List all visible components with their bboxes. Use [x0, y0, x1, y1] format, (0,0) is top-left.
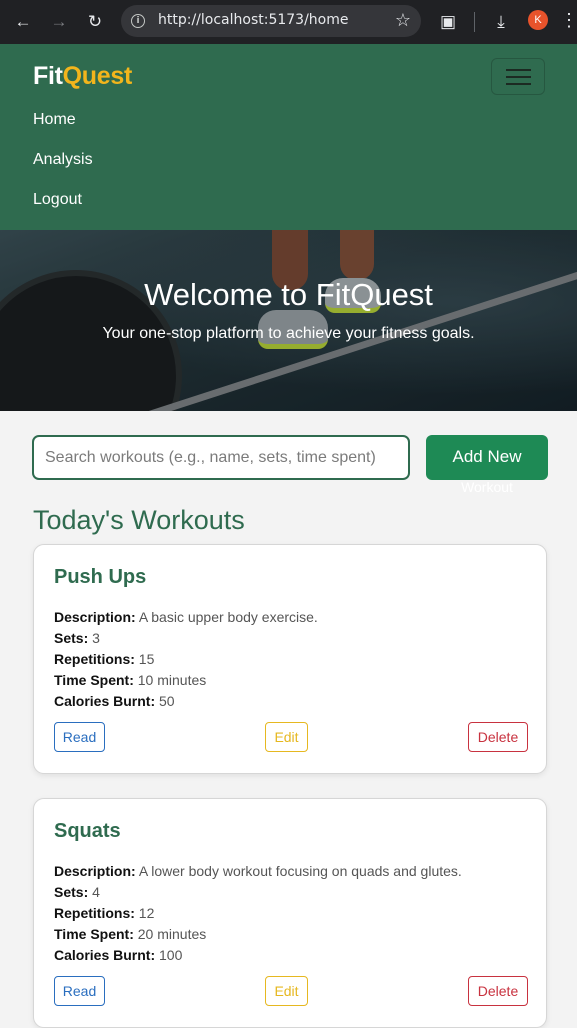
back-arrow-icon[interactable]: ← [12, 11, 34, 33]
forward-arrow-icon[interactable]: → [48, 11, 70, 33]
workout-time-spent: Time Spent: 10 minutes [54, 672, 206, 688]
read-button[interactable]: Read [54, 722, 105, 752]
calories-value: 50 [159, 693, 175, 709]
calories-label: Calories Burnt: [54, 947, 156, 963]
browser-toolbar: ← → ↻ i http://localhost:5173/home ☆ ▣ ⤓… [0, 0, 577, 44]
address-bar[interactable]: i http://localhost:5173/home ☆ [121, 5, 421, 37]
toolbar-divider [474, 12, 475, 32]
read-button[interactable]: Read [54, 976, 105, 1006]
extensions-puzzle-icon[interactable]: ▣ [437, 11, 459, 33]
calories-value: 100 [159, 947, 183, 963]
hero-banner: Welcome to FitQuest Your one-stop platfo… [0, 230, 577, 411]
hero-subtitle: Your one-stop platform to achieve your f… [102, 325, 475, 342]
site-info-icon[interactable]: i [131, 14, 145, 28]
brand-text-fit: Fit [33, 62, 63, 90]
download-icon[interactable]: ⤓ [490, 11, 512, 33]
repetitions-value: 12 [138, 905, 155, 921]
hamburger-line [506, 69, 531, 71]
workout-card: Squats Description: A lower body workout… [33, 798, 547, 1028]
repetitions-value: 15 [138, 651, 155, 667]
repetitions-label: Repetitions: [54, 905, 135, 921]
add-new-workout-button[interactable]: Add New Workout [426, 435, 548, 495]
workout-repetitions: Repetitions: 12 [54, 905, 154, 921]
reload-icon[interactable]: ↻ [84, 11, 106, 33]
description-label: Description: [54, 609, 136, 625]
delete-button[interactable]: Delete [468, 976, 528, 1006]
time-spent-value: 10 minutes [137, 672, 207, 688]
kebab-menu-icon[interactable]: ⋮ [560, 10, 577, 31]
nav-link-home[interactable]: Home [33, 111, 76, 129]
hamburger-line [506, 76, 531, 78]
edit-button[interactable]: Edit [265, 976, 308, 1006]
calories-label: Calories Burnt: [54, 693, 156, 709]
brand-logo[interactable]: FitQuest [33, 62, 132, 91]
time-spent-value: 20 minutes [137, 926, 207, 942]
profile-avatar[interactable]: K [528, 10, 548, 30]
workout-title: Push Ups [54, 566, 147, 588]
workout-calories: Calories Burnt: 50 [54, 693, 175, 709]
sets-label: Sets: [54, 884, 89, 900]
search-input[interactable] [32, 435, 410, 480]
workout-title: Squats [54, 820, 121, 842]
description-value: A lower body workout focusing on quads a… [138, 863, 462, 879]
hamburger-line [506, 83, 531, 85]
section-title: Today's Workouts [33, 505, 245, 535]
nav-link-logout[interactable]: Logout [33, 191, 82, 209]
workout-card: Push Ups Description: A basic upper body… [33, 544, 547, 774]
bookmark-star-icon[interactable]: ☆ [395, 10, 411, 31]
sets-label: Sets: [54, 630, 89, 646]
add-button-label-overflow: Workout [461, 479, 513, 495]
delete-button[interactable]: Delete [468, 722, 528, 752]
repetitions-label: Repetitions: [54, 651, 135, 667]
app-navbar: FitQuest Home Analysis Logout [0, 44, 577, 230]
workout-description: Description: A lower body workout focusi… [54, 863, 462, 879]
brand-text-quest: Quest [62, 62, 133, 90]
time-spent-label: Time Spent: [54, 672, 134, 688]
workout-sets: Sets: 4 [54, 884, 100, 900]
time-spent-label: Time Spent: [54, 926, 134, 942]
workout-description: Description: A basic upper body exercise… [54, 609, 318, 625]
workout-repetitions: Repetitions: 15 [54, 651, 154, 667]
workout-calories: Calories Burnt: 100 [54, 947, 182, 963]
hero-overlay [0, 230, 577, 411]
hero-title: Welcome to FitQuest [144, 277, 433, 312]
description-value: A basic upper body exercise. [138, 609, 318, 625]
add-button-label: Add New [452, 447, 522, 466]
sets-value: 3 [92, 630, 100, 646]
workout-sets: Sets: 3 [54, 630, 100, 646]
nav-link-analysis[interactable]: Analysis [33, 151, 93, 169]
description-label: Description: [54, 863, 136, 879]
navbar-toggle-button[interactable] [491, 58, 545, 95]
workout-time-spent: Time Spent: 20 minutes [54, 926, 206, 942]
url-text[interactable]: http://localhost:5173/home [158, 12, 348, 28]
sets-value: 4 [92, 884, 100, 900]
edit-button[interactable]: Edit [265, 722, 308, 752]
